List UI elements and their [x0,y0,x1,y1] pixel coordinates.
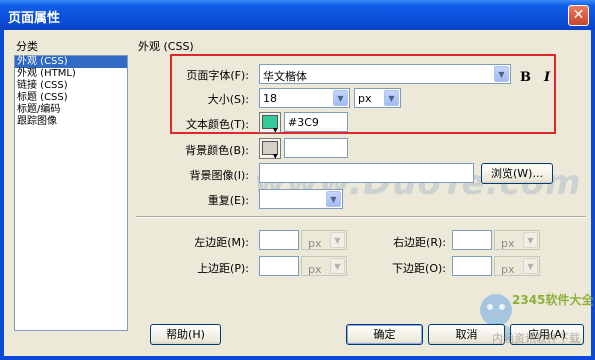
category-item-tracing-image[interactable]: 跟踪图像 [15,116,127,128]
close-icon: ✕ [572,7,585,23]
size-unit-value: px [358,92,372,105]
size-label: 大小(S): [207,93,249,106]
dialog-title: 页面属性 [8,11,61,26]
right-margin-unit: px [501,237,515,250]
text-color-value: #3C9 [288,116,319,129]
category-item-appearance-css[interactable]: 外观 (CSS) [15,56,127,68]
dropdown-triangle-icon: ▼ [273,153,278,160]
bg-color-value [285,146,291,149]
left-margin-unit-select[interactable]: px ▼ [301,230,347,250]
left-margin-label: 左边距(M): [194,236,249,249]
left-margin-input[interactable] [259,230,299,250]
bottom-margin-input[interactable] [452,256,492,276]
top-margin-label: 上边距(P): [197,262,249,275]
text-color-label: 文本颜色(T): [185,118,249,131]
ok-button[interactable]: 确定 [346,324,423,345]
page-font-value: 华文楷体 [263,70,307,83]
watermark-2345-text: 2345软件大全 [512,293,594,307]
dialog-client: 分类 外观 (CSS) 外观 (HTML) 链接 (CSS) 标题 (CSS) … [4,30,594,356]
repeat-label: 重复(E): [207,194,249,207]
separator [136,216,586,218]
text-color-input[interactable]: #3C9 [284,112,348,132]
right-margin-input[interactable] [452,230,492,250]
bottom-margin-unit-select[interactable]: px ▼ [494,256,540,276]
browse-button[interactable]: 浏览(W)... [481,163,553,184]
category-item-title-encoding[interactable]: 标题/编码 [15,104,127,116]
bg-image-input[interactable] [259,163,474,183]
page-font-select[interactable]: 华文楷体 ▼ [259,64,511,84]
top-margin-unit: px [308,263,322,276]
category-item-headings-css[interactable]: 标题 (CSS) [15,92,127,104]
category-header: 分类 [16,40,38,53]
category-list[interactable]: 外观 (CSS) 外观 (HTML) 链接 (CSS) 标题 (CSS) 标题/… [14,55,128,331]
help-button[interactable]: 帮助(H) [150,324,221,345]
dropdown-triangle-icon: ▼ [273,127,278,134]
right-margin-unit-select[interactable]: px ▼ [494,230,540,250]
page-font-label: 页面字体(F): [186,69,249,82]
bg-color-input[interactable] [284,138,348,158]
left-margin-unit: px [308,237,322,250]
chevron-down-icon: ▼ [384,90,399,106]
bottom-margin-unit: px [501,263,515,276]
bg-color-label: 背景颜色(B): [185,144,249,157]
watermark-bottom-text: 内涵资讯软件下载 [492,332,580,345]
italic-icon[interactable]: I [544,70,550,85]
chevron-down-icon: ▼ [494,66,509,82]
dialog-window: 页面属性 ✕ 分类 外观 (CSS) 外观 (HTML) 链接 (CSS) 标题… [0,0,595,360]
close-button[interactable]: ✕ [568,5,589,26]
chevron-down-icon: ▼ [326,191,341,207]
top-margin-input[interactable] [259,256,299,276]
size-unit-select[interactable]: px ▼ [354,88,401,108]
chevron-down-icon: ▼ [523,232,538,248]
repeat-select[interactable]: ▼ [259,189,343,209]
bold-icon[interactable]: B [520,70,531,85]
bg-color-picker[interactable]: ▼ [259,138,281,160]
top-margin-unit-select[interactable]: px ▼ [301,256,347,276]
bottom-margin-label: 下边距(O): [392,262,446,275]
text-color-picker[interactable]: ▼ [259,112,281,134]
category-item-links-css[interactable]: 链接 (CSS) [15,80,127,92]
category-item-appearance-html[interactable]: 外观 (HTML) [15,68,127,80]
chevron-down-icon: ▼ [330,258,345,274]
repeat-value [260,197,266,200]
size-value: 18 [263,92,277,105]
right-margin-label: 右边距(R): [393,236,446,249]
chevron-down-icon: ▼ [330,232,345,248]
size-select[interactable]: 18 ▼ [259,88,350,108]
chevron-down-icon: ▼ [523,258,538,274]
bg-image-label: 背景图像(I): [189,169,249,182]
bg-image-value [260,171,266,174]
title-bar[interactable]: 页面属性 ✕ [0,0,595,30]
section-title: 外观 (CSS) [138,40,194,53]
chevron-down-icon: ▼ [333,90,348,106]
